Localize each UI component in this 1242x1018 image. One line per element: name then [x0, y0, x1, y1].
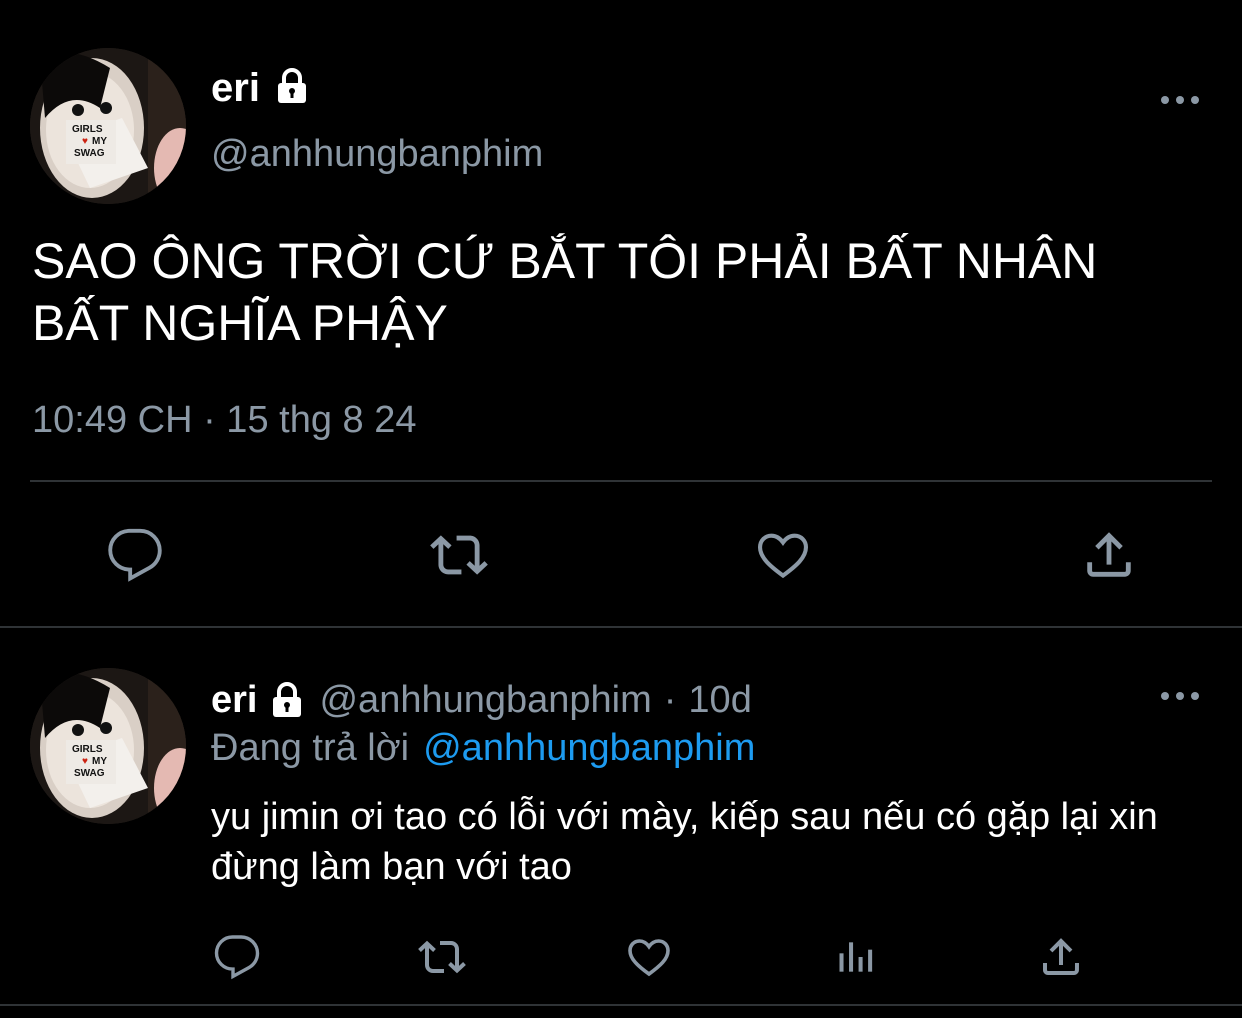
avatar-text: MY: [92, 136, 107, 147]
like-icon[interactable]: [752, 524, 814, 586]
lock-icon: [267, 680, 307, 720]
tweet-text: SAO ÔNG TRỜI CỨ BẮT TÔI PHẢI BẤT NHÂN BẤ…: [32, 233, 1098, 351]
avatar[interactable]: GIRLS ♥ MY SWAG: [30, 668, 186, 824]
svg-text:♥: ♥: [82, 136, 88, 147]
more-options-icon[interactable]: [1160, 686, 1200, 706]
display-name[interactable]: eri: [211, 64, 260, 112]
lock-icon: [272, 66, 312, 106]
tweet-age[interactable]: 10d: [688, 679, 751, 722]
handle[interactable]: @anhhungbanphim: [211, 130, 543, 178]
more-options-icon[interactable]: [1160, 90, 1200, 110]
display-name-text: eri: [211, 66, 260, 110]
reply-header: eri @anhhungbanphim · 10d: [211, 676, 752, 724]
tweet-thread: GIRLS ♥ MY SWAG eri @anhhungbanphim SAO …: [0, 0, 1242, 1018]
avatar-text: SWAG: [74, 148, 105, 159]
svg-text:♥: ♥: [82, 756, 88, 767]
like-icon[interactable]: [624, 932, 674, 982]
avatar-image: GIRLS ♥ MY SWAG: [30, 48, 186, 204]
replying-to: Đang trả lời @anhhungbanphim: [211, 724, 755, 772]
avatar-text: SWAG: [74, 768, 105, 779]
retweet-icon[interactable]: [426, 524, 492, 586]
display-name[interactable]: eri: [211, 679, 257, 722]
replying-label: Đang trả lời: [211, 726, 410, 769]
avatar-text: GIRLS: [72, 744, 103, 755]
tweet-timestamp[interactable]: 10:49 CH · 15 thg 8 24: [32, 396, 416, 444]
handle[interactable]: @anhhungbanphim: [319, 679, 651, 722]
separator: ·: [663, 678, 677, 721]
share-icon[interactable]: [1078, 524, 1140, 586]
divider: [0, 626, 1242, 628]
share-icon[interactable]: [1036, 932, 1086, 982]
avatar-image: GIRLS ♥ MY SWAG: [30, 668, 186, 824]
reply-text: yu jimin ơi tao có lỗi với mày, kiếp sau…: [211, 796, 1158, 888]
retweet-icon[interactable]: [414, 932, 470, 982]
avatar-text: MY: [92, 756, 107, 767]
avatar[interactable]: GIRLS ♥ MY SWAG: [30, 48, 186, 204]
divider: [0, 1004, 1242, 1006]
reply-icon[interactable]: [104, 524, 166, 586]
replying-to-link[interactable]: @anhhungbanphim: [423, 727, 755, 770]
divider: [30, 480, 1212, 482]
reply-icon[interactable]: [212, 932, 262, 982]
avatar-text: GIRLS: [72, 124, 103, 135]
analytics-icon[interactable]: [832, 934, 880, 980]
